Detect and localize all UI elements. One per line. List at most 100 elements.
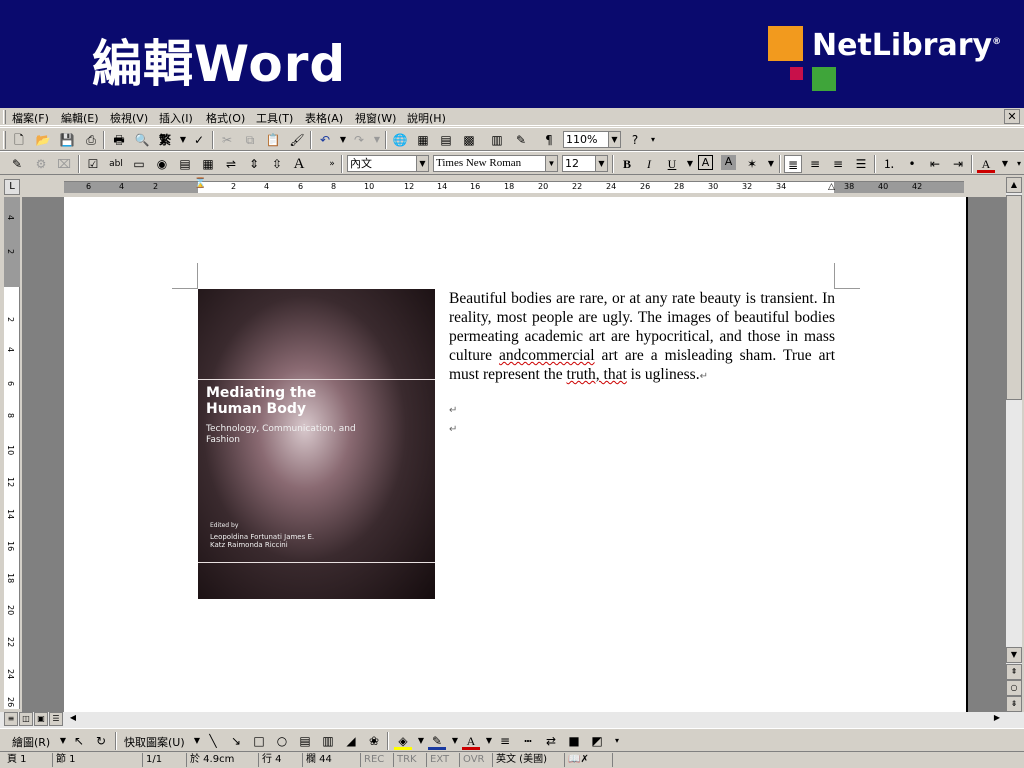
- scroll-left-icon[interactable]: ◀: [66, 712, 80, 726]
- close-document-button[interactable]: ✕: [1004, 109, 1020, 124]
- drawbar-options-icon[interactable]: ▾: [608, 732, 626, 750]
- menu-help[interactable]: 說明(H): [407, 110, 446, 126]
- vertical-scrollbar[interactable]: ▲ ▼ ⇞ ○ ⇟: [1006, 177, 1022, 712]
- free-rotate-icon[interactable]: ↻: [92, 732, 110, 750]
- scaling-dropdown-icon[interactable]: ▼: [762, 155, 780, 173]
- option-button-icon[interactable]: ◉: [153, 155, 171, 173]
- rectangle-tool-icon[interactable]: □: [250, 732, 268, 750]
- chinese-conversion-button[interactable]: 繁: [156, 131, 174, 149]
- menu-file[interactable]: 檔案(F): [12, 110, 49, 126]
- font-select[interactable]: Times New Roman ▼: [433, 155, 558, 172]
- dash-style-icon[interactable]: ┅: [519, 732, 537, 750]
- menu-window[interactable]: 視窗(W): [355, 110, 396, 126]
- horizontal-ruler[interactable]: 6 4 2 2 4 6 8 10 12 14 16 18 20 22 24 26…: [64, 178, 964, 193]
- view-code-icon[interactable]: ⌧: [55, 155, 73, 173]
- select-objects-icon[interactable]: ↖: [70, 732, 88, 750]
- print-preview-icon[interactable]: 🔍: [133, 131, 151, 149]
- save-icon[interactable]: 💾: [58, 131, 76, 149]
- help-icon[interactable]: ?: [626, 131, 644, 149]
- web-layout-icon[interactable]: ◫: [19, 712, 33, 726]
- outline-view-icon[interactable]: ☰: [49, 712, 63, 726]
- spelling-icon[interactable]: ✓: [190, 131, 208, 149]
- font-color-icon[interactable]: A: [977, 155, 995, 173]
- textbox-control-icon[interactable]: abl: [107, 155, 125, 173]
- line-color-icon[interactable]: ✎: [428, 732, 446, 750]
- numbering-icon[interactable]: ⒈: [880, 155, 898, 173]
- permission-icon[interactable]: ⎙: [82, 131, 100, 149]
- zoom-dropdown-icon[interactable]: ▼: [608, 132, 620, 147]
- zoom-select[interactable]: 110% ▼: [563, 131, 621, 148]
- distributed-align-icon[interactable]: ☰: [852, 155, 870, 173]
- menu-format[interactable]: 格式(O): [206, 110, 245, 126]
- redo-dropdown-icon[interactable]: ▼: [368, 131, 386, 149]
- char-scaling-icon[interactable]: ✶: [743, 155, 761, 173]
- properties-icon[interactable]: ⚙: [32, 155, 50, 173]
- paste-icon[interactable]: 📋: [264, 131, 282, 149]
- style-select[interactable]: 內文 ▼: [347, 155, 429, 172]
- format-painter-icon[interactable]: 🖌: [288, 131, 306, 149]
- italic-icon[interactable]: I: [640, 155, 658, 173]
- print-icon[interactable]: 🖶: [110, 131, 128, 149]
- toggle-button-icon[interactable]: ⇌: [222, 155, 240, 173]
- menu-table[interactable]: 表格(A): [305, 110, 343, 126]
- scroll-right-icon[interactable]: ▶: [990, 712, 1004, 726]
- bullets-icon[interactable]: •: [903, 155, 921, 173]
- open-folder-icon[interactable]: 📂: [34, 131, 52, 149]
- status-rec[interactable]: REC: [360, 753, 392, 767]
- insert-table-icon[interactable]: ▤: [437, 131, 455, 149]
- 3d-style-icon[interactable]: ◩: [588, 732, 606, 750]
- shadow-style-icon[interactable]: ■: [565, 732, 583, 750]
- font-size-select[interactable]: 12 ▼: [562, 155, 608, 172]
- draw-menu-button[interactable]: 繪圖(R): [12, 734, 50, 750]
- tables-borders-icon[interactable]: ▦: [414, 131, 432, 149]
- label-control-icon[interactable]: A: [290, 155, 308, 173]
- hyperlink-icon[interactable]: 🌐: [391, 131, 409, 149]
- body-paragraph[interactable]: Beautiful bodies are rare, or at any rat…: [449, 289, 835, 386]
- select-browse-object-icon[interactable]: ○: [1006, 680, 1022, 696]
- clipart-icon[interactable]: ❀: [365, 732, 383, 750]
- menu-edit[interactable]: 編輯(E): [61, 110, 99, 126]
- bold-icon[interactable]: B: [618, 155, 636, 173]
- list-box-icon[interactable]: ▤: [176, 155, 194, 173]
- increase-indent-icon[interactable]: ⇥: [949, 155, 967, 173]
- undo-icon[interactable]: ↶: [316, 131, 334, 149]
- button-control-icon[interactable]: ▭: [130, 155, 148, 173]
- scroll-bar-icon[interactable]: ⇳: [268, 155, 286, 173]
- decrease-indent-icon[interactable]: ⇤: [926, 155, 944, 173]
- next-page-icon[interactable]: ⇟: [1006, 696, 1022, 712]
- checkbox-control-icon[interactable]: ☑: [84, 155, 102, 173]
- menu-insert[interactable]: 插入(I): [159, 110, 193, 126]
- print-layout-icon[interactable]: ▣: [34, 712, 48, 726]
- vertical-ruler[interactable]: 4 2 2 4 6 8 10 12 14 16 18 20 22 24 26: [4, 197, 20, 709]
- drawing-icon[interactable]: ✎: [512, 131, 530, 149]
- line-style-icon[interactable]: ≡: [496, 732, 514, 750]
- normal-view-icon[interactable]: ≡: [4, 712, 18, 726]
- show-hide-icon[interactable]: ¶: [540, 131, 558, 149]
- menu-view[interactable]: 檢視(V): [110, 110, 148, 126]
- menu-grip[interactable]: [3, 110, 6, 124]
- align-right-icon[interactable]: ≡: [829, 155, 847, 173]
- status-ovr[interactable]: OVR: [459, 753, 491, 767]
- wordart-icon[interactable]: ◢: [342, 732, 360, 750]
- toolbar-options-icon[interactable]: ▾: [644, 131, 662, 149]
- more-controls-icon[interactable]: »: [323, 155, 341, 173]
- book-cover-image[interactable]: Mediating the Human Body Technology, Com…: [198, 289, 435, 599]
- underline-icon[interactable]: U: [663, 155, 681, 173]
- new-document-icon[interactable]: 🗋: [10, 131, 28, 149]
- spelling-status-icon[interactable]: 📖✗: [564, 753, 608, 767]
- toolbar-grip[interactable]: [3, 131, 6, 149]
- autoshapes-menu-button[interactable]: 快取圖案(U): [124, 734, 185, 750]
- toolbar-options-icon[interactable]: ▾: [1010, 155, 1024, 173]
- cut-icon[interactable]: ✂: [218, 131, 236, 149]
- scroll-down-icon[interactable]: ▼: [1006, 647, 1022, 663]
- font-size-dropdown-icon[interactable]: ▼: [595, 156, 607, 171]
- copy-icon[interactable]: ⧉: [241, 131, 259, 149]
- tab-selector[interactable]: L: [4, 179, 20, 195]
- style-dropdown-icon[interactable]: ▼: [416, 156, 428, 171]
- arrow-tool-icon[interactable]: ↘: [227, 732, 245, 750]
- spin-button-icon[interactable]: ⇕: [245, 155, 263, 173]
- fill-color-icon[interactable]: ◈: [394, 732, 412, 750]
- redo-icon[interactable]: ↷: [350, 131, 368, 149]
- char-border-icon[interactable]: A: [698, 155, 713, 170]
- previous-page-icon[interactable]: ⇞: [1006, 664, 1022, 680]
